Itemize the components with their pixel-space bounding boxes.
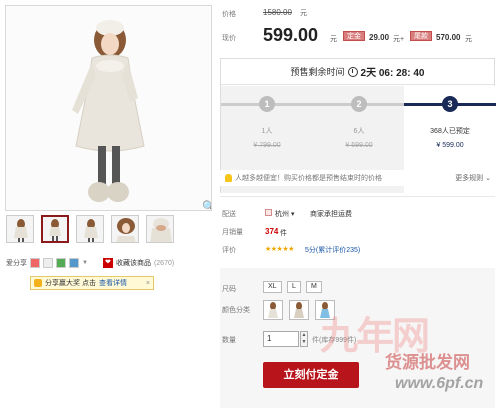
current-price: 599.00 — [263, 25, 319, 45]
balance-tag: 尾款 — [410, 31, 432, 41]
product-page: 🔍 爱分享 ▼ ❤ 收藏该商品 (2670) 分享赢大奖 点击 查看详 — [0, 0, 503, 408]
quantity-label: 数量 — [222, 337, 236, 344]
color-swatch[interactable] — [263, 300, 283, 320]
monthly-sales-label: 月销量 — [222, 229, 243, 236]
balance-value: 570.00 — [436, 33, 461, 42]
pay-deposit-button[interactable]: 立刻付定金 — [263, 362, 359, 388]
favorite-count: (2670) — [153, 259, 175, 267]
thumbnail[interactable] — [111, 215, 139, 243]
color-swatch[interactable] — [315, 300, 335, 320]
thumbnail[interactable] — [76, 215, 104, 243]
location-icon — [265, 209, 272, 216]
share-row: 爱分享 ▼ ❤ 收藏该商品 (2670) — [6, 258, 174, 268]
countdown: 预售剩余时间 2天 06: 28: 40 — [221, 59, 494, 85]
tier-step-1-number: 1 — [259, 96, 275, 112]
rating-label: 评价 — [222, 247, 236, 254]
share-more-icon[interactable]: ▼ — [82, 260, 88, 266]
share-icon[interactable] — [69, 258, 79, 268]
monthly-sales-value: 374 — [265, 227, 279, 236]
tier-step-3-price: ¥ 599.00 — [436, 142, 464, 149]
model-figure — [6, 6, 211, 210]
favorite-label[interactable]: 收藏该商品 — [116, 258, 151, 268]
tier-step-2-number: 2 — [351, 96, 367, 112]
stock-text: 件(库存999件) — [312, 337, 357, 344]
main-product-image[interactable]: 🔍 — [5, 5, 212, 211]
tier-step-2-label: 6人 — [353, 128, 365, 135]
presale-tip-text: 人越多越便宜！购买价格都是预售结束时的价格 — [235, 175, 382, 182]
shipping-city-select[interactable]: 杭州 ▾ — [275, 209, 294, 219]
close-icon[interactable]: × — [146, 280, 150, 287]
share-weibo-icon[interactable] — [30, 258, 40, 268]
deposit-tag: 定金 — [343, 31, 365, 41]
lightbulb-icon — [225, 174, 232, 182]
deposit-value: 29.00 — [369, 33, 390, 42]
size-option-m[interactable]: M — [306, 281, 322, 293]
monthly-sales-unit: 件 — [280, 230, 287, 237]
share-icon[interactable] — [43, 258, 53, 268]
share-promo-popup: 分享赢大奖 点击 查看详情 × — [30, 276, 154, 290]
rating-stars: ★★★★★ — [265, 246, 294, 253]
size-label: 尺码 — [222, 286, 236, 293]
thumbnail[interactable] — [6, 215, 34, 243]
thumbnail-strip — [6, 215, 174, 243]
rating-text[interactable]: 5分(累计评价235) — [305, 245, 360, 255]
clock-icon — [347, 66, 358, 77]
original-price-unit: 元 — [300, 10, 307, 17]
share-promo-text: 分享赢大奖 点击 — [45, 280, 96, 287]
color-swatch[interactable] — [289, 300, 309, 320]
share-promo-link[interactable]: 查看详情 — [99, 278, 127, 288]
tier-step-2-price: ¥ 699.00 — [345, 142, 373, 149]
tier-step-1-price: ¥ 799.00 — [253, 142, 281, 149]
tier-step-3-number: 3 — [442, 96, 458, 112]
shipping-note: 商家承担运费 — [310, 211, 352, 218]
thumbnail-selected[interactable] — [41, 215, 69, 243]
thumbnail[interactable] — [146, 215, 174, 243]
gift-icon — [34, 279, 42, 287]
more-rules-link[interactable]: 更多规则 ⌄ — [455, 173, 495, 183]
progress-line — [221, 103, 404, 106]
share-icon[interactable] — [56, 258, 66, 268]
tier-step-3-label: 368人已预定 — [430, 128, 470, 135]
quantity-input[interactable]: 1 — [263, 331, 299, 347]
divider — [220, 196, 495, 197]
size-option-l[interactable]: L — [287, 281, 301, 293]
share-label: 爱分享 — [6, 260, 27, 267]
tier-step-1-label: 1人 — [261, 128, 273, 135]
shipping-label: 配送 — [222, 211, 236, 218]
original-price-label: 价格 — [222, 11, 236, 18]
countdown-value: 2天 06: 28: 40 — [360, 68, 425, 79]
size-option-xl[interactable]: XL — [263, 281, 282, 293]
quantity-stepper[interactable]: ▲ ▼ — [300, 331, 308, 347]
current-price-label: 现价 — [222, 35, 236, 42]
original-price: 1580.00 — [263, 8, 292, 17]
favorite-icon[interactable]: ❤ — [102, 258, 113, 268]
countdown-label: 预售剩余时间 — [290, 67, 345, 77]
deposit-unit: 元+ — [393, 36, 405, 43]
balance-unit: 元 — [465, 36, 472, 43]
presale-tip: 人越多越便宜！购买价格都是预售结束时的价格 更多规则 ⌄ — [220, 170, 495, 186]
current-price-unit: 元 — [330, 36, 337, 43]
color-label: 颜色分类 — [222, 307, 250, 314]
zoom-icon[interactable]: 🔍 — [202, 200, 211, 210]
